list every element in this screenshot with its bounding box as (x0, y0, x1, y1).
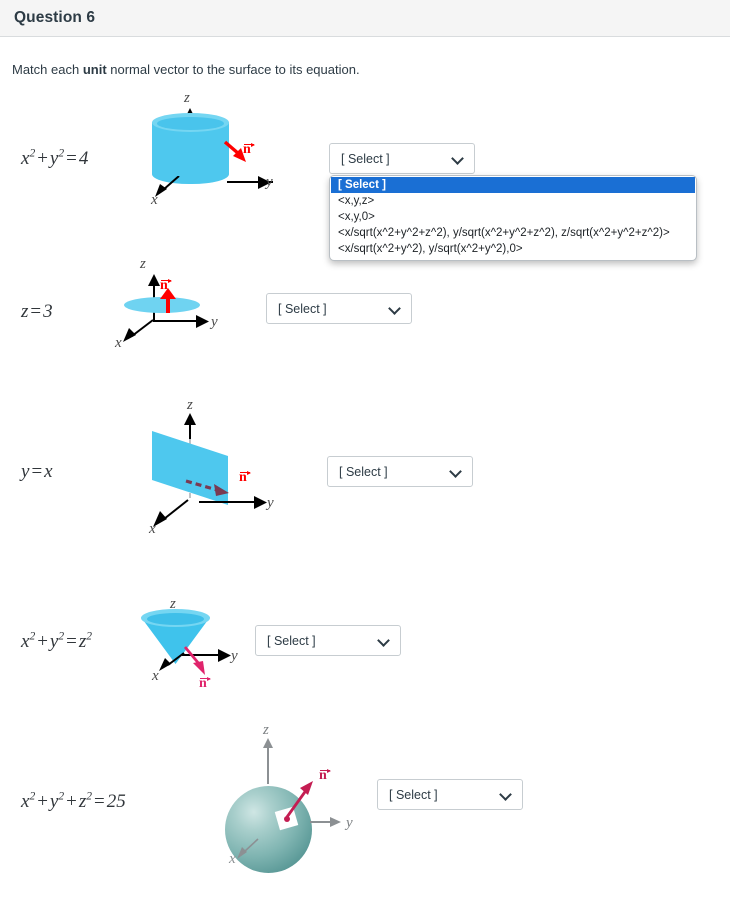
x-axis-label: x (229, 851, 236, 867)
y-axis-label: y (266, 174, 273, 190)
y-axis-label: y (211, 314, 218, 330)
x-axis-label: x (149, 521, 156, 537)
normal-vector-label: n (239, 470, 251, 486)
normal-vector-label: n (160, 278, 172, 294)
equation-plane-yx: y = x (21, 461, 53, 482)
equation-cylinder: x2 + y2 = 4 (21, 148, 89, 170)
dropdown-list-cylinder[interactable]: [ Select ] <x,y,z> <x,y,0> <x/sqrt(x^2+y… (329, 175, 697, 261)
normal-vector-base-point (284, 816, 290, 822)
select-plane-z3-value: [ Select ] (278, 301, 327, 316)
select-cone-value: [ Select ] (267, 633, 316, 648)
z-axis-label: z (140, 256, 146, 272)
select-cylinder-value: [ Select ] (341, 151, 390, 166)
x-axis-arrow (237, 838, 259, 859)
select-plane-z3[interactable]: [ Select ] (266, 293, 412, 324)
z-axis-label: z (184, 90, 190, 106)
page-title: Question 6 (14, 9, 96, 26)
dropdown-option[interactable]: <x/sqrt(x^2+y^2+z^2), y/sqrt(x^2+y^2+z^2… (331, 225, 695, 241)
x-axis-label: x (152, 668, 159, 684)
cone-top-face (147, 613, 204, 625)
z-axis-arrowhead (263, 738, 273, 748)
y-axis-arrowhead (218, 649, 231, 662)
dropdown-option[interactable]: <x/sqrt(x^2+y^2), y/sqrt(x^2+y^2),0> (331, 241, 695, 257)
cylinder-top-face (157, 117, 224, 130)
x-axis-arrow (123, 319, 154, 342)
select-sphere-value: [ Select ] (389, 787, 438, 802)
y-axis-arrowhead (330, 817, 341, 827)
x-axis-label: x (115, 335, 122, 351)
dropdown-option[interactable]: <x,y,z> (331, 193, 695, 209)
normal-vector-arrow (185, 479, 229, 496)
equation-cone: x2 + y2 = z2 (21, 631, 92, 653)
question-header: Question 6 (0, 0, 730, 37)
select-cone[interactable]: [ Select ] (255, 625, 401, 656)
y-axis-label: y (231, 648, 238, 664)
prompt-text-bold: unit (82, 62, 107, 77)
select-sphere[interactable]: [ Select ] (377, 779, 523, 810)
select-cylinder[interactable]: [ Select ] (329, 143, 475, 174)
y-axis-label: y (267, 495, 274, 511)
z-axis-arrowhead (148, 274, 160, 286)
chevron-down-icon (500, 789, 512, 801)
z-axis-arrowhead (184, 413, 196, 425)
chevron-down-icon (378, 635, 390, 647)
equation-sphere: x2 + y2 + z2 = 25 (21, 791, 126, 813)
question-prompt: Match each unit normal vector to the sur… (12, 62, 730, 77)
chevron-down-icon (450, 466, 462, 478)
x-axis-arrow (153, 499, 189, 527)
x-axis-label: x (151, 192, 158, 208)
dropdown-option[interactable]: [ Select ] (331, 177, 695, 193)
chevron-down-icon (389, 303, 401, 315)
x-axis-arrow (159, 652, 185, 671)
prompt-text-after: normal vector to the surface to its equa… (106, 62, 360, 77)
y-axis-arrowhead (196, 315, 209, 328)
dropdown-option[interactable]: <x,y,0> (331, 209, 695, 225)
select-plane-yx-value: [ Select ] (339, 464, 388, 479)
select-plane-yx[interactable]: [ Select ] (327, 456, 473, 487)
z-axis-label: z (263, 722, 269, 738)
normal-vector-arrow (183, 646, 205, 675)
prompt-text-before: Match each (12, 62, 83, 77)
y-axis-arrowhead (254, 496, 267, 509)
chevron-down-icon (452, 153, 464, 165)
z-axis-label: z (187, 397, 193, 413)
normal-vector-label: n (319, 768, 331, 784)
y-axis-label: y (346, 815, 353, 831)
normal-vector-label: n (199, 676, 211, 692)
normal-vector-label: n (243, 142, 255, 158)
x-axis-arrow (155, 176, 180, 197)
normal-vector-arrow (285, 781, 313, 818)
equation-plane-z3: z = 3 (21, 301, 53, 322)
